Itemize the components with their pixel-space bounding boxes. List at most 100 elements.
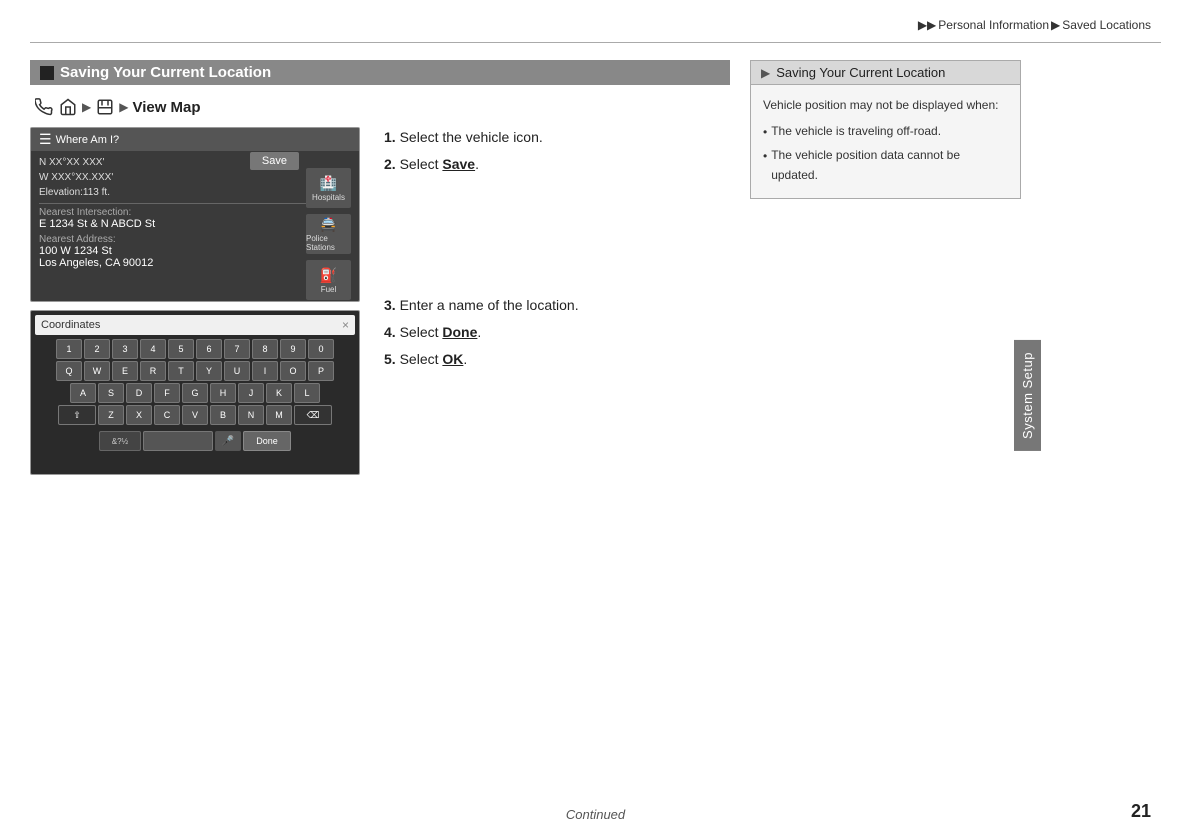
key-4[interactable]: 4	[140, 339, 166, 359]
police-icon: 🚔	[320, 216, 337, 233]
screen1-header: ☰ Where Am I?	[31, 128, 359, 151]
breadcrumb: ▶▶ Personal Information ▶ Saved Location…	[918, 18, 1151, 32]
key-p[interactable]: P	[308, 361, 334, 381]
section-marker	[40, 66, 54, 80]
key-spacebar[interactable]	[143, 431, 213, 451]
breadcrumb-part1: Personal Information	[938, 18, 1049, 32]
key-e[interactable]: E	[112, 361, 138, 381]
info-icon: ▶	[761, 66, 770, 80]
info-bullet1: The vehicle is traveling off-road.	[763, 121, 1008, 142]
key-b[interactable]: B	[210, 405, 236, 425]
continued-text: Continued	[566, 807, 625, 822]
system-setup-label: System Setup	[1014, 340, 1041, 451]
info-bullet2: The vehicle position data cannot be upda…	[763, 145, 1008, 186]
section-title: Saving Your Current Location	[60, 64, 271, 81]
key-c[interactable]: C	[154, 405, 180, 425]
info-panel-body: Vehicle position may not be displayed wh…	[750, 85, 1021, 199]
main-content: Saving Your Current Location ▶	[30, 60, 1021, 800]
right-column: ▶ Saving Your Current Location Vehicle p…	[750, 60, 1021, 800]
info-intro: Vehicle position may not be displayed wh…	[763, 95, 1008, 115]
key-w[interactable]: W	[84, 361, 110, 381]
top-divider	[30, 42, 1161, 43]
keyboard-bottom: &?½ 🎤 Done	[31, 429, 359, 453]
key-2[interactable]: 2	[84, 339, 110, 359]
key-5[interactable]: 5	[168, 339, 194, 359]
instruction-step4: 4. Select Done.	[384, 322, 694, 343]
key-d[interactable]: D	[126, 383, 152, 403]
key-mic[interactable]: 🎤	[215, 431, 241, 451]
breadcrumb-arrow1: ▶	[1051, 18, 1060, 32]
screen1-title: Where Am I?	[56, 134, 120, 146]
key-9[interactable]: 9	[280, 339, 306, 359]
key-x[interactable]: X	[126, 405, 152, 425]
instruction-step2: 2. Select Save.	[384, 154, 694, 175]
key-u[interactable]: U	[224, 361, 250, 381]
screen1-divider	[39, 203, 351, 204]
screen1-intersection-value: E 1234 St & N ABCD St	[39, 218, 351, 230]
key-h[interactable]: H	[210, 383, 236, 403]
screen1: ☰ Where Am I? Save N XX°XX XXX' W XXX°XX…	[30, 127, 360, 302]
screen2-clear-button[interactable]: ×	[342, 318, 349, 332]
screen2-input-row: Coordinates ×	[35, 315, 355, 335]
key-l[interactable]: L	[294, 383, 320, 403]
nav-arrow2: ▶	[119, 100, 128, 114]
nav-row: ▶ ▶ View Map	[34, 97, 730, 117]
hospitals-button[interactable]: 🏥 Hospitals	[306, 168, 351, 208]
save-icon	[95, 97, 115, 117]
key-z[interactable]: Z	[98, 405, 124, 425]
keyboard-row-numbers: 1 2 3 4 5 6 7 8 9 0	[35, 339, 355, 359]
screen1-side-icons: 🏥 Hospitals 🚔 Police Stations ⛽ Fuel	[306, 168, 351, 300]
left-column: Saving Your Current Location ▶	[30, 60, 730, 475]
key-6[interactable]: 6	[196, 339, 222, 359]
screen1-address-label: Nearest Address:	[39, 234, 351, 245]
keyboard-row-a: A S D F G H J K L	[35, 383, 355, 403]
key-symbols[interactable]: &?½	[99, 431, 141, 451]
key-i[interactable]: I	[252, 361, 278, 381]
key-done[interactable]: Done	[243, 431, 291, 451]
key-a[interactable]: A	[70, 383, 96, 403]
key-3[interactable]: 3	[112, 339, 138, 359]
nav-label: View Map	[132, 99, 200, 116]
key-f[interactable]: F	[154, 383, 180, 403]
key-o[interactable]: O	[280, 361, 306, 381]
key-n[interactable]: N	[238, 405, 264, 425]
key-0[interactable]: 0	[308, 339, 334, 359]
screen1-intersection-label: Nearest Intersection:	[39, 207, 351, 218]
fuel-button[interactable]: ⛽ Fuel	[306, 260, 351, 300]
key-m[interactable]: M	[266, 405, 292, 425]
key-y[interactable]: Y	[196, 361, 222, 381]
screen1-address1: 100 W 1234 St	[39, 245, 351, 257]
section-header: Saving Your Current Location	[30, 60, 730, 85]
screen2-input[interactable]: Coordinates	[41, 319, 342, 331]
phone-icon	[34, 97, 54, 117]
screen2: Coordinates × 1 2 3 4 5 6 7	[30, 310, 360, 475]
breadcrumb-part2: Saved Locations	[1062, 18, 1151, 32]
police-button[interactable]: 🚔 Police Stations	[306, 214, 351, 254]
key-j[interactable]: J	[238, 383, 264, 403]
key-q[interactable]: Q	[56, 361, 82, 381]
info-panel-header: ▶ Saving Your Current Location	[750, 60, 1021, 85]
content-area: ☰ Where Am I? Save N XX°XX XXX' W XXX°XX…	[30, 127, 730, 475]
key-t[interactable]: T	[168, 361, 194, 381]
menu-icon: ☰	[39, 131, 52, 148]
home-icon	[58, 97, 78, 117]
keyboard-grid: 1 2 3 4 5 6 7 8 9 0 Q	[31, 337, 359, 429]
key-r[interactable]: R	[140, 361, 166, 381]
key-shift[interactable]: ⇧	[58, 405, 96, 425]
key-k[interactable]: K	[266, 383, 292, 403]
breadcrumb-prefix: ▶▶	[918, 18, 936, 32]
instruction-step1: 1. Select the vehicle icon.	[384, 127, 694, 148]
key-7[interactable]: 7	[224, 339, 250, 359]
key-backspace[interactable]: ⌫	[294, 405, 332, 425]
screen1-address2: Los Angeles, CA 90012	[39, 257, 351, 269]
key-s[interactable]: S	[98, 383, 124, 403]
keyboard-row-q: Q W E R T Y U I O P	[35, 361, 355, 381]
key-8[interactable]: 8	[252, 339, 278, 359]
key-v[interactable]: V	[182, 405, 208, 425]
key-1[interactable]: 1	[56, 339, 82, 359]
hospital-icon: 🏥	[320, 175, 337, 192]
key-g[interactable]: G	[182, 383, 208, 403]
nav-arrow1: ▶	[82, 100, 91, 114]
page-number: 21	[1131, 801, 1151, 822]
save-button[interactable]: Save	[250, 152, 299, 170]
